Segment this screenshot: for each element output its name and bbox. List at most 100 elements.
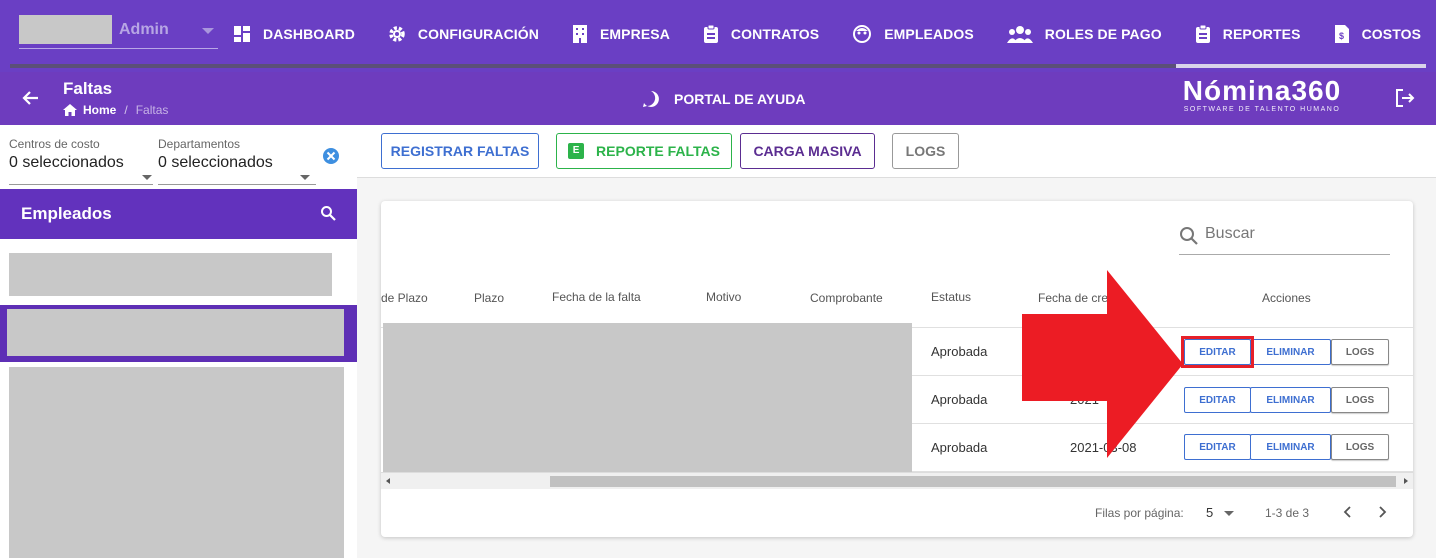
nav-item-configuracion[interactable]: CONFIGURACIÓN xyxy=(388,20,539,48)
employee-sidebar: Centros de costo 0 seleccionados Departa… xyxy=(0,125,357,558)
excel-icon: E xyxy=(568,143,585,159)
scroll-right-icon[interactable] xyxy=(1404,478,1408,484)
breadcrumb-home[interactable]: Home xyxy=(83,103,116,117)
top-navigation-bar: Admin DASHBOARD CONFIGURACIÓN EMPRESA CO… xyxy=(0,0,1436,72)
chevron-left-icon[interactable] xyxy=(1343,506,1353,518)
annotation-arrow-icon xyxy=(1022,270,1183,458)
page-title: Faltas xyxy=(63,79,113,98)
clear-filters-icon[interactable] xyxy=(322,147,340,165)
departments-select[interactable]: Departamentos 0 seleccionados xyxy=(158,137,316,185)
logout-icon[interactable] xyxy=(1395,89,1415,107)
nav-menu: DASHBOARD CONFIGURACIÓN EMPRESA CONTRATO… xyxy=(233,20,1436,48)
column-header[interactable]: Estatus xyxy=(931,290,971,304)
nav-item-contratos[interactable]: CONTRATOS xyxy=(703,20,819,48)
cost-centers-label: Centros de costo xyxy=(9,137,100,151)
face-icon xyxy=(853,25,872,43)
bulk-upload-button[interactable]: CARGA MASIVA xyxy=(740,133,875,169)
home-icon[interactable] xyxy=(63,104,77,116)
column-header: Acciones xyxy=(1262,291,1311,305)
row-logs-button[interactable]: LOGS xyxy=(1331,387,1389,413)
building-icon xyxy=(572,25,587,43)
nav-item-label: CONFIGURACIÓN xyxy=(417,26,539,42)
user-avatar-redacted xyxy=(19,15,112,44)
nav-item-empleados[interactable]: EMPLEADOS xyxy=(852,20,974,48)
dashboard-icon xyxy=(234,26,250,42)
breadcrumb: Home / Faltas xyxy=(63,103,168,117)
invoice-icon: $ xyxy=(1334,25,1349,43)
actions-toolbar: REGISTRAR FALTAS E REPORTE FALTAS CARGA … xyxy=(357,125,1436,178)
nav-item-empresa[interactable]: EMPRESA xyxy=(572,20,670,48)
nav-item-roles-de-pago[interactable]: ROLES DE PAGO xyxy=(1006,20,1162,48)
column-header[interactable]: Comprobante xyxy=(810,291,883,305)
edit-button-highlight xyxy=(1181,336,1254,368)
logs-button[interactable]: LOGS xyxy=(892,133,959,169)
chevron-right-icon[interactable] xyxy=(1377,506,1387,518)
user-menu[interactable]: Admin xyxy=(19,15,218,49)
user-role-label: Admin xyxy=(119,21,169,38)
chevron-down-icon[interactable] xyxy=(1224,511,1234,516)
column-header[interactable]: Fecha de la falta xyxy=(552,290,641,304)
search-icon xyxy=(1180,227,1198,245)
absences-report-button[interactable]: E REPORTE FALTAS xyxy=(556,133,732,169)
row-logs-button[interactable]: LOGS xyxy=(1331,339,1389,365)
scrollbar-thumb[interactable] xyxy=(550,476,1396,487)
row-logs-button[interactable]: LOGS xyxy=(1331,434,1389,460)
edit-button[interactable]: EDITAR xyxy=(1184,434,1251,460)
table-search xyxy=(1179,223,1390,255)
chevron-down-icon xyxy=(300,175,310,180)
page-header: Faltas Home / Faltas ? PORTAL DE AYUDA N… xyxy=(0,72,1436,125)
column-header[interactable]: Plazo xyxy=(474,291,504,305)
breadcrumb-current: Faltas xyxy=(135,103,169,117)
nav-item-label: REPORTES xyxy=(1222,26,1301,42)
departments-label: Departamentos xyxy=(158,137,241,151)
employees-title: Empleados xyxy=(21,204,112,223)
people-icon xyxy=(1006,26,1033,43)
nav-item-label: DASHBOARD xyxy=(263,26,355,42)
employee-item-redacted[interactable] xyxy=(9,253,332,296)
column-header[interactable]: de Plazo xyxy=(381,291,428,305)
delete-button[interactable]: ELIMINAR xyxy=(1250,339,1331,365)
horizontal-scrollbar[interactable] xyxy=(381,472,1413,489)
nav-item-label: ROLES DE PAGO xyxy=(1044,26,1162,42)
logo-tagline: SOFTWARE DE TALENTO HUMANO xyxy=(1183,106,1341,113)
logo-text: Nómina360 xyxy=(1182,75,1342,106)
delete-button[interactable]: ELIMINAR xyxy=(1250,434,1331,460)
employees-header: Empleados xyxy=(0,189,357,239)
nav-item-costos[interactable]: $ COSTOS xyxy=(1334,20,1421,48)
nav-item-label: COSTOS xyxy=(1361,26,1422,42)
nav-item-label: EMPLEADOS xyxy=(884,26,974,42)
nav-item-label: CONTRATOS xyxy=(730,26,820,42)
status-cell: Aprobada xyxy=(931,440,988,455)
rows-per-page-select[interactable]: 5 xyxy=(1206,505,1213,520)
status-cell: Aprobada xyxy=(931,344,988,359)
absences-report-label: REPORTE FALTAS xyxy=(596,143,720,159)
rows-per-page-label: Filas por página: xyxy=(1095,506,1184,520)
scroll-left-icon[interactable] xyxy=(386,478,390,484)
chevron-down-icon xyxy=(142,175,152,180)
pagination-range: 1-3 de 3 xyxy=(1265,506,1310,520)
help-portal-link[interactable]: ? PORTAL DE AYUDA xyxy=(642,90,805,108)
redacted-table-cells xyxy=(383,323,912,472)
svg-text:$: $ xyxy=(1339,31,1344,41)
back-arrow-icon[interactable] xyxy=(22,89,40,107)
loading-progress-bar xyxy=(10,64,1426,68)
edit-button[interactable]: EDITAR xyxy=(1184,387,1251,413)
employee-item-selected[interactable] xyxy=(0,305,357,362)
absences-table-card: de Plazo Plazo Fecha de la falta Motivo … xyxy=(381,201,1413,537)
register-absences-button[interactable]: REGISTRAR FALTAS xyxy=(381,133,539,169)
departments-value: 0 seleccionados xyxy=(158,154,273,171)
gear-icon xyxy=(389,26,405,42)
cost-centers-select[interactable]: Centros de costo 0 seleccionados xyxy=(9,137,153,185)
search-input[interactable] xyxy=(1205,225,1385,243)
nav-item-dashboard[interactable]: DASHBOARD xyxy=(233,20,355,48)
search-icon[interactable] xyxy=(320,205,336,221)
chevron-down-icon xyxy=(202,28,214,34)
column-header[interactable]: Motivo xyxy=(706,290,741,304)
delete-button[interactable]: ELIMINAR xyxy=(1250,387,1331,413)
nav-item-reportes[interactable]: REPORTES xyxy=(1195,20,1301,48)
employee-item-redacted[interactable] xyxy=(9,367,344,558)
employee-item-redacted xyxy=(7,309,344,356)
clipboard-icon xyxy=(703,25,718,43)
breadcrumb-separator: / xyxy=(124,103,128,117)
svg-text:?: ? xyxy=(648,94,655,106)
